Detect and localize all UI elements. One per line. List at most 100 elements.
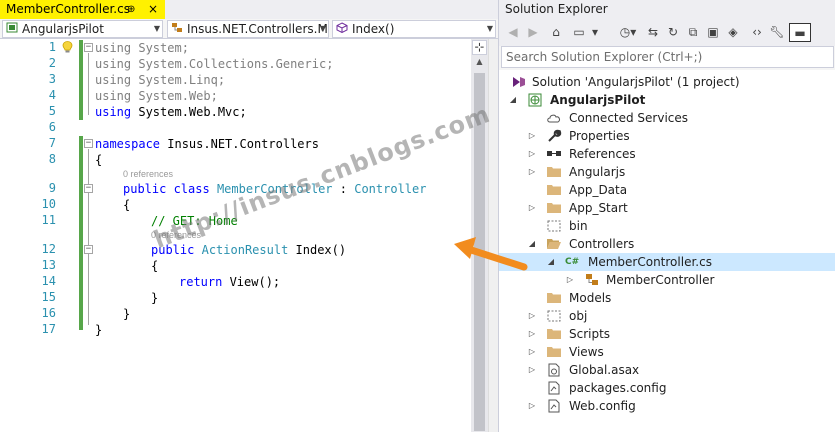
- tree-item-app-start[interactable]: ▷ App_Start: [499, 199, 835, 217]
- chevron-down-icon: ▼: [486, 24, 493, 33]
- line-number: 2: [48, 56, 56, 70]
- collapsed-arrow-icon[interactable]: ▷: [527, 361, 537, 379]
- solution-explorer-title: Solution Explorer: [499, 0, 835, 19]
- collapse-toggle[interactable]: −: [84, 184, 93, 193]
- pin-icon[interactable]: ⊕: [127, 0, 135, 19]
- tab-title: MemberController.cs: [6, 2, 130, 16]
- code-line: }: [123, 307, 131, 321]
- member-dropdown-value: Index(): [352, 22, 395, 36]
- wrench-icon: [548, 129, 562, 142]
- code-line: return View();: [179, 275, 281, 289]
- line-number: 8: [48, 152, 56, 166]
- tree-item-references[interactable]: ▷ References: [499, 145, 835, 163]
- collapse-toggle[interactable]: −: [84, 43, 93, 52]
- project-icon: [5, 22, 19, 37]
- collapsed-arrow-icon[interactable]: ▷: [565, 271, 575, 289]
- project-dropdown[interactable]: AngularjsPilot ▼: [2, 20, 163, 38]
- class-dropdown-value: Insus.NET.Controllers.M: [187, 22, 328, 36]
- code-line: {: [95, 153, 103, 167]
- tree-item-angularjs[interactable]: ▷ Angularjs: [499, 163, 835, 181]
- codelens-references[interactable]: 0 references: [123, 169, 173, 179]
- class-dropdown[interactable]: Insus.NET.Controllers.M ▼: [167, 20, 329, 38]
- properties-icon[interactable]: 🔧︎: [769, 23, 785, 42]
- scroll-up-icon[interactable]: ▲: [471, 57, 488, 71]
- code-editor[interactable]: 1 2 3 4 5 6 7 8 9 10 11 12 13 14 15 16 1…: [0, 39, 498, 432]
- tree-item-properties[interactable]: ▷ Properties: [499, 127, 835, 145]
- collapsed-arrow-icon[interactable]: ▷: [527, 343, 537, 361]
- folder-icon: [547, 329, 561, 339]
- class-icon: [170, 22, 184, 37]
- collapsed-arrow-icon[interactable]: ▷: [527, 199, 537, 217]
- folder-icon: [547, 167, 561, 177]
- tree-item-scripts[interactable]: ▷ Scripts: [499, 325, 835, 343]
- code-line: using System.Collections.Generic;: [95, 57, 334, 71]
- view-code-icon[interactable]: ‹›: [749, 23, 765, 42]
- expanded-arrow-icon[interactable]: ◢: [508, 91, 518, 109]
- tree-item-bin[interactable]: bin: [499, 217, 835, 235]
- solution-explorer: Solution Explorer ◀ ▶ ⌂ ▭ ▾ ◷▾ ⇆ ↻ ⧉ ▣ ◈…: [498, 0, 835, 432]
- tree-item-connected-services[interactable]: Connected Services: [499, 109, 835, 127]
- collapsed-arrow-icon[interactable]: ▷: [527, 325, 537, 343]
- config-file-icon: [548, 399, 560, 413]
- tree-item-membercontroller-cs[interactable]: ◢ C# MemberController.cs: [499, 253, 835, 271]
- sync-icon[interactable]: ⇆: [645, 23, 661, 42]
- collapsed-arrow-icon[interactable]: ▷: [527, 397, 537, 415]
- collapse-toggle[interactable]: −: [84, 245, 93, 254]
- tab-membercontroller-cs[interactable]: MemberController.cs ⊕ ×: [0, 0, 165, 19]
- line-number: 3: [48, 72, 56, 86]
- line-number-gutter: 1 2 3 4 5 6 7 8 9 10 11 12 13 14 15 16 1…: [0, 39, 60, 432]
- collapsed-arrow-icon[interactable]: ▷: [527, 145, 537, 163]
- folder-open-icon: [547, 239, 561, 249]
- config-file-icon: [548, 381, 560, 395]
- line-number: 5: [48, 104, 56, 118]
- show-all-files-icon[interactable]: ▣: [705, 23, 721, 42]
- tree-item-solution[interactable]: Solution 'AngularjsPilot' (1 project): [499, 73, 835, 91]
- line-number: 12: [41, 242, 56, 256]
- code-line: {: [151, 259, 159, 273]
- back-icon[interactable]: ◀: [505, 23, 521, 42]
- solution-search-input[interactable]: Search Solution Explorer (Ctrl+;): [501, 46, 834, 68]
- member-dropdown[interactable]: Index() ▼: [332, 20, 496, 38]
- line-number: 11: [41, 213, 56, 227]
- line-number: 7: [48, 136, 56, 150]
- references-icon: [547, 151, 561, 156]
- collapsed-arrow-icon[interactable]: ▷: [527, 307, 537, 325]
- preview-icon[interactable]: ◈: [725, 23, 741, 42]
- home-icon[interactable]: ⌂: [547, 23, 565, 42]
- code-line: }: [95, 323, 103, 337]
- line-number: 9: [48, 181, 56, 195]
- tree-item-packages-config[interactable]: packages.config: [499, 379, 835, 397]
- change-indicator: [79, 136, 83, 330]
- expanded-arrow-icon[interactable]: ◢: [546, 253, 556, 271]
- split-window-icon[interactable]: ⊹: [472, 40, 487, 55]
- tree-item-web-config[interactable]: ▷ Web.config: [499, 397, 835, 415]
- lightbulb-icon[interactable]: [62, 41, 73, 53]
- close-icon[interactable]: ×: [148, 0, 158, 19]
- collapse-toggle[interactable]: −: [84, 139, 93, 148]
- tree-item-project[interactable]: ◢ AngularjsPilot: [499, 91, 835, 109]
- folder-icon: [547, 203, 561, 213]
- collapsed-arrow-icon[interactable]: ▷: [527, 163, 537, 181]
- line-number: 4: [48, 88, 56, 102]
- solution-switch-icon[interactable]: ▭: [571, 23, 587, 42]
- line-number: 16: [41, 306, 56, 320]
- folder-icon: [547, 293, 561, 303]
- collapse-all-icon[interactable]: ⧉: [685, 23, 701, 42]
- pending-changes-icon[interactable]: ◷▾: [617, 23, 639, 42]
- code-line: }: [151, 291, 159, 305]
- pin-toggle-icon[interactable]: ▬: [789, 23, 811, 42]
- tree-item-global-asax[interactable]: ▷ Global.asax: [499, 361, 835, 379]
- collapsed-arrow-icon[interactable]: ▷: [527, 127, 537, 145]
- line-number: 10: [41, 197, 56, 211]
- asax-file-icon: [548, 363, 560, 377]
- tree-item-models[interactable]: Models: [499, 289, 835, 307]
- outline-line: [88, 149, 89, 325]
- tree-item-controllers[interactable]: ◢ Controllers: [499, 235, 835, 253]
- refresh-icon[interactable]: ↻: [665, 23, 681, 42]
- tree-item-obj[interactable]: ▷ obj: [499, 307, 835, 325]
- forward-icon[interactable]: ▶: [525, 23, 541, 42]
- tree-item-app-data[interactable]: App_Data: [499, 181, 835, 199]
- tree-item-views[interactable]: ▷ Views: [499, 343, 835, 361]
- tree-item-membercontroller-class[interactable]: ▷ MemberController: [499, 271, 835, 289]
- chevron-down-icon[interactable]: ▾: [591, 23, 599, 42]
